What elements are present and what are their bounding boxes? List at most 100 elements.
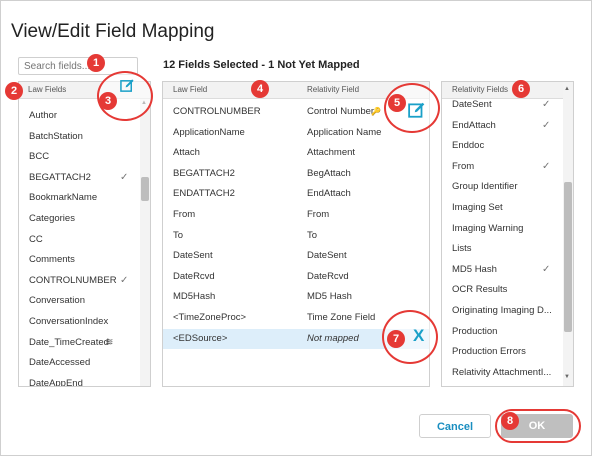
relativity-field-item[interactable]: Production Errors [442,342,562,362]
relativity-field-item[interactable]: Relativity AttachmentI... [442,363,562,383]
callout-5: 5 [388,94,406,112]
relativity-field-label: Originating Imaging D... [452,305,552,316]
law-field-item[interactable]: CC [19,230,139,250]
mapping-row[interactable]: MD5Hash MD5 Hash [163,287,429,307]
law-field-label: ConversationIndex [29,316,109,327]
scroll-thumb[interactable] [564,182,572,332]
law-field-cell: ApplicationName [173,126,245,138]
law-field-label: Categories [29,213,75,224]
edit-mapping-icon[interactable] [120,78,135,98]
scroll-up-arrow[interactable]: ▲ [564,86,570,92]
law-field-cell: MD5Hash [173,291,216,303]
dialog-title: View/Edit Field Mapping [11,21,215,42]
law-field-item[interactable]: CONTROLNUMBER ✓ [19,271,139,291]
callout-3: 3 [99,92,117,110]
law-fields-scrollbar[interactable]: ▲ [140,99,150,386]
law-field-item[interactable]: BCC [19,147,139,167]
mapping-row[interactable]: Attach Attachment [163,143,429,163]
law-field-item[interactable]: BatchStation [19,127,139,147]
relativity-fields-scrollbar[interactable]: ▲ ▼ [563,82,573,386]
relativity-field-cell: BegAttach [307,167,351,179]
cancel-button[interactable]: Cancel [419,414,491,438]
law-field-item[interactable]: Conversation [19,291,139,311]
relativity-field-cell: Control Number [307,106,375,117]
relativity-field-label: Imaging Warning [452,222,524,234]
relativity-field-label: Group Identifier [452,181,518,193]
scroll-down-arrow[interactable]: ▼ [564,374,570,380]
law-field-cell: From [173,209,196,220]
relativity-field-label: DateSent [452,99,492,110]
scroll-thumb[interactable] [141,177,149,201]
law-field-cell: BEGATTACH2 [173,167,235,179]
law-field-cell: Attach [173,147,200,159]
relativity-field-item[interactable]: Imaging Warning [442,219,562,239]
callout-4: 4 [251,80,269,98]
law-field-label: Comments [29,254,75,266]
relativity-field-label: MD5 Hash [452,263,497,275]
law-field-item[interactable]: ConversationIndex [19,312,139,332]
law-fields-panel: Law Fields Author BatchStation BCC BEGATTAC… [18,81,151,387]
law-field-item[interactable]: Date_TimeCreated ≋ [19,333,139,353]
law-field-item[interactable]: DateAppEnd [19,374,139,386]
law-field-cell: DateRcvd [173,270,215,282]
relativity-field-label: Enddoc [452,140,485,152]
relativity-field-item[interactable]: Lists [442,239,562,259]
relativity-field-cell: To [307,229,318,241]
mapping-row[interactable]: From From [163,205,429,225]
relativity-field-item[interactable]: MD5 Hash ✓ [442,260,562,280]
relativity-field-cell: DateSent [307,250,347,262]
mapping-row[interactable]: ApplicationName Application Name [163,123,429,143]
law-field-cell: <TimeZoneProc> [173,312,247,323]
relativity-field-label: Lists [452,243,472,255]
relativity-field-item[interactable]: Production [442,322,562,342]
key-icon: 🔑 [371,107,381,116]
law-field-cell: CONTROLNUMBER [173,106,261,117]
relativity-field-item[interactable]: Group Identifier [442,177,562,197]
check-icon: ✓ [542,160,551,172]
law-field-item[interactable]: DateAccessed [19,353,139,373]
relativity-field-label: Relativity AttachmentI... [452,366,552,378]
relativity-field-cell: From [307,209,330,220]
relativity-fields-panel: Relativity Fields DateSent ✓ EndAttach ✓ End… [441,81,574,387]
relativity-field-item[interactable]: Originating Imaging D... [442,301,562,321]
edit-relativity-field-icon[interactable] [408,101,426,124]
relativity-field-item[interactable]: Imaging Set [442,198,562,218]
relativity-field-item[interactable]: DateSent ✓ [442,95,562,115]
relativity-field-cell: MD5 Hash [307,291,352,303]
law-field-item[interactable]: Comments [19,250,139,270]
law-field-label: CC [29,233,43,245]
relativity-field-item[interactable]: From ✓ [442,157,562,177]
mapping-row[interactable]: To To [163,226,429,246]
relativity-field-cell: DateRcvd [307,270,349,282]
callout-1: 1 [87,54,105,72]
law-field-item[interactable]: Categories [19,209,139,229]
law-field-cell: <EDSource> [173,332,228,344]
relativity-field-label: Production [452,325,498,337]
relativity-field-cell: Attachment [307,147,356,159]
callout-7: 7 [387,330,405,348]
check-icon: ✓ [120,274,129,286]
mapping-row[interactable]: BEGATTACH2 BegAttach [163,164,429,184]
law-field-item[interactable]: BEGATTACH2 ✓ [19,168,139,188]
relativity-field-item[interactable]: Enddoc [442,136,562,156]
callout-6: 6 [512,80,530,98]
relativity-field-item[interactable]: EndAttach ✓ [442,116,562,136]
callout-2: 2 [5,82,23,100]
law-field-label: BookmarkName [29,192,98,204]
relativity-field-item[interactable]: OCR Results [442,280,562,300]
law-field-label: Author [29,110,57,121]
check-icon: ✓ [542,263,551,275]
mapping-row[interactable]: ENDATTACH2 EndAttach [163,184,429,204]
check-icon: ✓ [542,119,551,131]
relativity-field-label: From [452,160,475,172]
relativity-field-label: Imaging Set [452,202,503,213]
mapping-row[interactable]: DateSent DateSent [163,246,429,266]
law-field-label: BCC [29,151,50,163]
remove-mapping-icon[interactable]: X [413,326,424,346]
law-field-label: BatchStation [29,130,83,142]
law-field-header: Law Field [173,85,208,94]
law-field-label: BEGATTACH2 [29,171,91,183]
mapping-row[interactable]: DateRcvd DateRcvd [163,267,429,287]
relativity-field-label: Production Errors [452,346,526,358]
law-field-item[interactable]: BookmarkName [19,188,139,208]
